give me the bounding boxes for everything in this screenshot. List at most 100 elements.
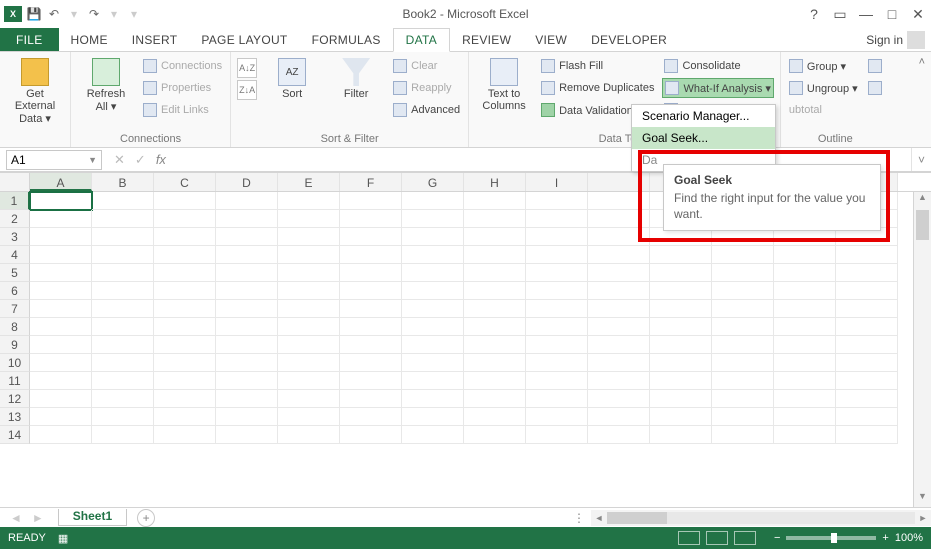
cell[interactable] xyxy=(588,354,650,372)
cell[interactable] xyxy=(402,282,464,300)
cell[interactable] xyxy=(92,228,154,246)
menu-scenario-manager[interactable]: Scenario Manager... xyxy=(632,105,775,127)
cell[interactable] xyxy=(526,336,588,354)
row-header[interactable]: 5 xyxy=(0,264,30,282)
cell[interactable] xyxy=(402,390,464,408)
subtotal-button[interactable]: ubtotal xyxy=(787,100,860,120)
cancel-entry-icon[interactable]: ✕ xyxy=(114,152,125,168)
cell[interactable] xyxy=(836,318,898,336)
tab-file[interactable]: FILE xyxy=(0,28,59,51)
refresh-all-button[interactable]: Refresh All ▾ xyxy=(77,54,135,113)
cell[interactable] xyxy=(278,210,340,228)
cell[interactable] xyxy=(30,300,92,318)
cell[interactable] xyxy=(216,336,278,354)
cell[interactable] xyxy=(836,282,898,300)
menu-goal-seek[interactable]: Goal Seek... xyxy=(632,127,775,149)
cell[interactable] xyxy=(588,192,650,210)
cell[interactable] xyxy=(30,192,92,210)
zoom-out-button[interactable]: − xyxy=(774,532,780,544)
cell[interactable] xyxy=(774,318,836,336)
tab-developer[interactable]: DEVELOPER xyxy=(579,28,679,51)
cell[interactable] xyxy=(464,246,526,264)
cell[interactable] xyxy=(340,300,402,318)
cell[interactable] xyxy=(278,336,340,354)
cell[interactable] xyxy=(154,336,216,354)
cell[interactable] xyxy=(30,372,92,390)
sort-button[interactable]: AZ Sort xyxy=(263,54,321,100)
cell[interactable] xyxy=(402,264,464,282)
cell[interactable] xyxy=(154,300,216,318)
what-if-analysis-button[interactable]: What-If Analysis ▾ xyxy=(662,78,773,98)
cell[interactable] xyxy=(92,264,154,282)
hscroll-right-icon[interactable]: ► xyxy=(915,513,931,523)
cell[interactable] xyxy=(278,228,340,246)
cell[interactable] xyxy=(340,336,402,354)
cell[interactable] xyxy=(712,264,774,282)
cell[interactable] xyxy=(278,426,340,444)
cell[interactable] xyxy=(30,282,92,300)
cell[interactable] xyxy=(216,354,278,372)
cell[interactable] xyxy=(92,318,154,336)
tab-home[interactable]: HOME xyxy=(59,28,120,51)
sheet-nav-next-icon[interactable]: ► xyxy=(32,511,44,525)
cell[interactable] xyxy=(836,408,898,426)
cell[interactable] xyxy=(30,246,92,264)
cell[interactable] xyxy=(712,426,774,444)
cell[interactable] xyxy=(774,264,836,282)
row-header[interactable]: 3 xyxy=(0,228,30,246)
reapply-button[interactable]: Reapply xyxy=(391,78,462,98)
cell[interactable] xyxy=(340,246,402,264)
row-header[interactable]: 9 xyxy=(0,336,30,354)
ungroup-button[interactable]: Ungroup ▾ xyxy=(787,78,860,98)
clear-button[interactable]: Clear xyxy=(391,56,462,76)
filter-button[interactable]: Filter xyxy=(327,54,385,100)
cell[interactable] xyxy=(650,354,712,372)
cell[interactable] xyxy=(774,300,836,318)
cell[interactable] xyxy=(30,426,92,444)
column-header[interactable]: D xyxy=(216,173,278,191)
cell[interactable] xyxy=(774,354,836,372)
cell[interactable] xyxy=(464,426,526,444)
view-pagelayout-icon[interactable] xyxy=(706,531,728,545)
cell[interactable] xyxy=(526,372,588,390)
cell[interactable] xyxy=(402,426,464,444)
tab-view[interactable]: VIEW xyxy=(523,28,579,51)
avatar-icon[interactable] xyxy=(907,31,925,49)
cell[interactable] xyxy=(402,336,464,354)
hscroll-thumb[interactable] xyxy=(607,512,667,524)
column-header[interactable]: I xyxy=(526,173,588,191)
cell[interactable] xyxy=(836,426,898,444)
cell[interactable] xyxy=(588,426,650,444)
cell[interactable] xyxy=(464,264,526,282)
cell[interactable] xyxy=(154,228,216,246)
cell[interactable] xyxy=(402,300,464,318)
cell[interactable] xyxy=(216,390,278,408)
sheet-split-icon[interactable]: ⋮ xyxy=(567,511,591,525)
row-header[interactable]: 4 xyxy=(0,246,30,264)
cell[interactable] xyxy=(464,300,526,318)
cell[interactable] xyxy=(650,264,712,282)
cell[interactable] xyxy=(650,318,712,336)
column-header[interactable]: C xyxy=(154,173,216,191)
cell[interactable] xyxy=(340,354,402,372)
horizontal-scrollbar[interactable]: ◄ ► xyxy=(591,510,931,526)
name-box[interactable]: A1 ▼ xyxy=(6,150,102,170)
cell[interactable] xyxy=(774,390,836,408)
tab-insert[interactable]: INSERT xyxy=(120,28,190,51)
cell[interactable] xyxy=(526,192,588,210)
cell[interactable] xyxy=(278,192,340,210)
cell[interactable] xyxy=(712,372,774,390)
cell[interactable] xyxy=(588,210,650,228)
cell[interactable] xyxy=(92,282,154,300)
macro-record-icon[interactable]: ▦ xyxy=(58,532,68,545)
cell[interactable] xyxy=(526,246,588,264)
cell[interactable] xyxy=(526,228,588,246)
zoom-slider[interactable] xyxy=(786,536,876,540)
cell[interactable] xyxy=(774,372,836,390)
cell[interactable] xyxy=(774,246,836,264)
cell[interactable] xyxy=(464,390,526,408)
cell[interactable] xyxy=(278,246,340,264)
cell[interactable] xyxy=(30,264,92,282)
cell[interactable] xyxy=(588,336,650,354)
cell[interactable] xyxy=(464,192,526,210)
